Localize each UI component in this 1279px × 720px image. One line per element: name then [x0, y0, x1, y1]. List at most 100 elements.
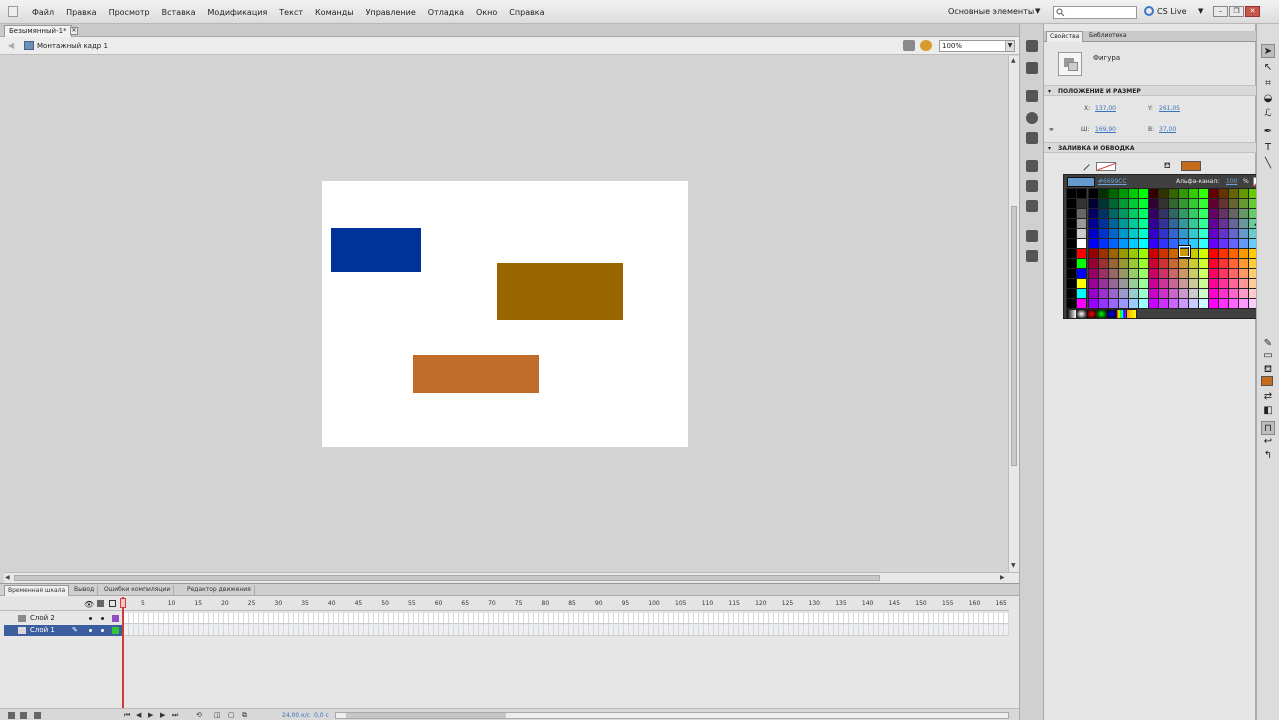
color-swatch[interactable]	[1218, 198, 1229, 209]
color-swatch[interactable]	[1228, 208, 1239, 219]
color-swatch[interactable]	[1118, 298, 1129, 309]
color-swatch[interactable]	[1228, 218, 1239, 229]
color-swatch[interactable]	[1188, 258, 1199, 269]
color-swatch[interactable]	[1076, 268, 1087, 279]
color-swatch[interactable]	[1108, 278, 1119, 289]
color-swatch[interactable]	[1198, 238, 1209, 249]
scroll-up-icon[interactable]: ▲	[1011, 57, 1016, 64]
play-icon[interactable]: ▶	[148, 711, 153, 719]
color-swatch[interactable]	[1238, 228, 1249, 239]
swatches-panel-icon[interactable]	[1026, 90, 1038, 102]
color-swatch[interactable]	[1218, 288, 1229, 299]
color-swatch[interactable]	[1066, 288, 1077, 299]
color-swatch[interactable]	[1088, 218, 1099, 229]
color-swatch[interactable]	[1158, 198, 1169, 209]
color-swatch[interactable]	[1128, 298, 1139, 309]
color-swatch[interactable]	[1118, 208, 1129, 219]
close-icon[interactable]: ✕	[1245, 6, 1260, 17]
color-swatch[interactable]	[1088, 228, 1099, 239]
color-swatch[interactable]	[1238, 218, 1249, 229]
gradient-swatch[interactable]	[1086, 309, 1097, 319]
color-swatch[interactable]	[1108, 258, 1119, 269]
horizontal-scrollbar[interactable]: ◀ ▶	[4, 572, 1019, 583]
color-swatch[interactable]	[1228, 198, 1239, 209]
visibility-dot[interactable]	[89, 629, 92, 632]
gradient-swatch[interactable]	[1076, 309, 1087, 319]
color-swatch[interactable]	[1238, 278, 1249, 289]
hex-value[interactable]: #6699CC	[1098, 178, 1127, 185]
color-swatch[interactable]	[1198, 228, 1209, 239]
gradient-swatch[interactable]	[1106, 309, 1117, 319]
menu-item-2[interactable]: Просмотр	[109, 8, 150, 17]
color-swatch[interactable]	[1208, 288, 1219, 299]
color-swatch[interactable]	[1098, 298, 1109, 309]
color-swatch[interactable]	[1088, 188, 1099, 199]
prev-frame-icon[interactable]: ◀	[136, 711, 141, 719]
text-tool-icon[interactable]: T	[1261, 141, 1275, 155]
selection-tool-icon[interactable]: ➤	[1261, 44, 1275, 58]
color-swatch[interactable]	[1118, 218, 1129, 229]
layer-frames-1[interactable]	[124, 625, 1009, 636]
color-swatch[interactable]	[1148, 268, 1159, 279]
color-swatch[interactable]	[1168, 298, 1179, 309]
chevron-down-icon[interactable]: ▼	[1005, 41, 1014, 51]
color-swatch[interactable]	[1158, 278, 1169, 289]
color-swatch[interactable]	[1098, 248, 1109, 259]
color-swatch[interactable]	[1076, 198, 1087, 209]
color-swatch[interactable]	[1088, 258, 1099, 269]
color-swatch[interactable]	[1138, 298, 1149, 309]
color-swatch[interactable]	[1118, 198, 1129, 209]
color-swatch[interactable]	[1198, 248, 1209, 259]
layer-row-2[interactable]: Слой 2	[4, 613, 122, 624]
snap-icon[interactable]: ⊓	[1261, 421, 1275, 435]
color-swatch[interactable]	[1088, 268, 1099, 279]
color-swatch[interactable]	[1088, 298, 1099, 309]
color-swatch[interactable]	[1158, 288, 1169, 299]
lock-dot[interactable]	[101, 629, 104, 632]
back-arrow-icon[interactable]: ◀	[8, 41, 14, 50]
color-swatch[interactable]	[1138, 208, 1149, 219]
color-swatch[interactable]	[1118, 228, 1129, 239]
align-panel-icon[interactable]	[1026, 40, 1038, 52]
color-swatch[interactable]	[1066, 198, 1077, 209]
color-swatch[interactable]	[1138, 288, 1149, 299]
color-swatch[interactable]	[1198, 188, 1209, 199]
color-swatch[interactable]	[1228, 278, 1239, 289]
color-swatch[interactable]	[1098, 228, 1109, 239]
color-swatch[interactable]	[1168, 248, 1179, 259]
chevron-down-icon[interactable]: ▼	[1198, 7, 1203, 15]
color-swatch[interactable]	[1138, 198, 1149, 209]
color-swatch[interactable]	[1208, 218, 1219, 229]
color-swatch[interactable]	[1178, 208, 1189, 219]
menu-item-0[interactable]: Файл	[32, 8, 54, 17]
color-swatch[interactable]	[1238, 298, 1249, 309]
color-swatch[interactable]	[1066, 228, 1077, 239]
blue-rectangle[interactable]	[331, 228, 421, 272]
color-swatch[interactable]	[1138, 228, 1149, 239]
color-swatch[interactable]	[1168, 278, 1179, 289]
color-swatch[interactable]	[1076, 208, 1087, 219]
color-swatch[interactable]	[1198, 298, 1209, 309]
swap-colors-icon[interactable]: ⇄	[1261, 390, 1275, 404]
color-swatch[interactable]	[1218, 298, 1229, 309]
cs-live-button[interactable]: CS Live	[1144, 6, 1187, 16]
gradient-swatch[interactable]	[1066, 309, 1077, 319]
color-swatch[interactable]	[1208, 268, 1219, 279]
color-swatch[interactable]	[1066, 208, 1077, 219]
color-swatch[interactable]	[1088, 248, 1099, 259]
lock-icon[interactable]	[97, 600, 104, 607]
smooth-icon[interactable]: ↩	[1261, 435, 1275, 449]
color-swatch[interactable]	[1198, 278, 1209, 289]
color-swatch[interactable]	[1218, 278, 1229, 289]
tab-properties[interactable]: Свойства	[1046, 31, 1084, 42]
menu-item-10[interactable]: Справка	[509, 8, 544, 17]
motion-presets-icon[interactable]	[1026, 200, 1038, 212]
color-swatch[interactable]	[1148, 228, 1159, 239]
color-swatch[interactable]	[1098, 288, 1109, 299]
gradient-swatch[interactable]	[1126, 309, 1137, 319]
color-swatch[interactable]	[1168, 218, 1179, 229]
color-swatch[interactable]	[1228, 298, 1239, 309]
scene-panel-icon[interactable]	[1026, 250, 1038, 262]
color-swatch-grid[interactable]	[1066, 188, 1275, 309]
lasso-tool-icon[interactable]: ℒ	[1261, 107, 1275, 121]
